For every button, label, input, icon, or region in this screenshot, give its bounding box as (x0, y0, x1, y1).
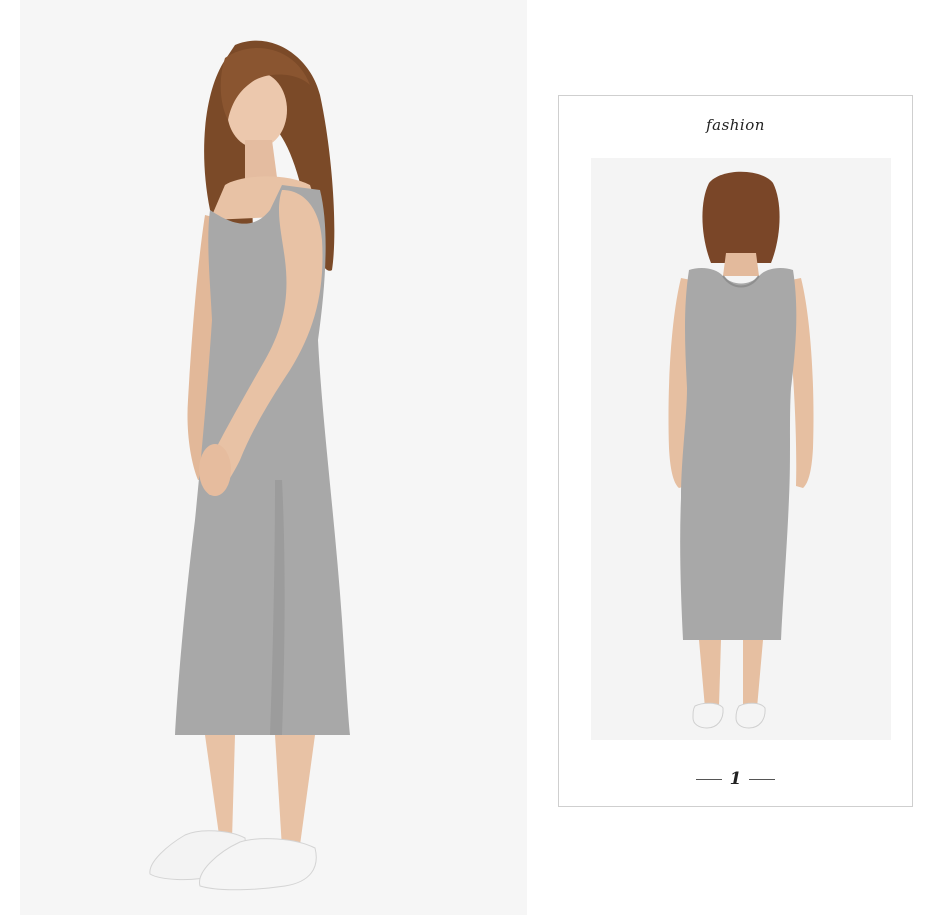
shoe-right (735, 702, 766, 729)
model-side-illustration (149, 40, 350, 891)
card-caption: fashion (706, 116, 765, 134)
leg-right (275, 735, 315, 848)
page-indicator: 1 (559, 769, 912, 789)
page-indicator-line-left (695, 778, 722, 780)
page-indicator-line-right (749, 778, 776, 780)
shoe-left (692, 702, 724, 729)
neck (723, 253, 759, 276)
product-photo-side (20, 0, 527, 915)
dress (680, 268, 797, 640)
leg-left (699, 640, 721, 708)
product-photo-back (591, 158, 891, 740)
page-number: 1 (729, 769, 742, 789)
leg-left (205, 735, 235, 842)
model-back-illustration (668, 171, 814, 729)
hair (702, 171, 780, 263)
hands (199, 444, 231, 496)
leg-right (743, 640, 763, 708)
product-card-back-view: fashion 1 (558, 95, 913, 807)
